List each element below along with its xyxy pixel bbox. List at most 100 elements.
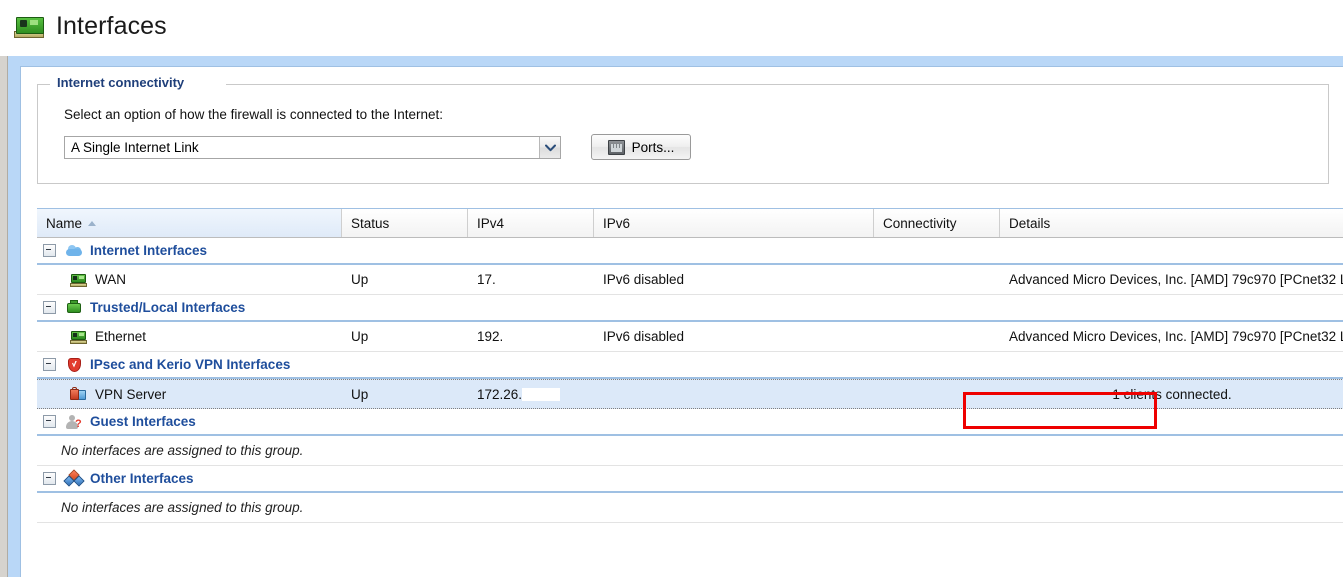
group-ipv6-cell <box>594 295 874 320</box>
group-name-cell: ? Guest Interfaces <box>37 409 342 434</box>
cell-status: Up <box>351 272 369 287</box>
cell-status: Up <box>351 329 369 344</box>
groupbox-legend: Internet connectivity <box>52 75 190 90</box>
vpn-server-icon <box>70 386 87 402</box>
group-details-cell <box>1000 409 1343 434</box>
interfaces-page: Interfaces Internet connectivity Select … <box>0 0 1343 577</box>
page-header: Interfaces <box>0 0 1343 53</box>
ipv4-value: 172.26. <box>477 386 523 402</box>
left-scroll-gutter[interactable] <box>0 56 8 577</box>
group-connectivity-cell <box>874 295 1000 320</box>
group-details-cell <box>1000 238 1343 263</box>
red-shield-icon <box>65 357 83 373</box>
interface-group-header[interactable]: Trusted/Local Interfaces <box>37 295 1343 322</box>
group-connectivity-cell <box>874 238 1000 263</box>
group-name-cell: Trusted/Local Interfaces <box>37 295 342 320</box>
cell-ipv4: 17. <box>468 265 594 294</box>
cell-ipv4: 172.26. <box>468 380 594 408</box>
group-label: Other Interfaces <box>90 471 194 486</box>
page-title: Interfaces <box>56 12 167 40</box>
cell-status: Up <box>351 386 369 402</box>
groupbox-description: Select an option of how the firewall is … <box>64 107 443 122</box>
cell-details: Advanced Micro Devices, Inc. [AMD] 79c97… <box>1009 272 1343 287</box>
chevron-down-icon[interactable] <box>539 137 560 158</box>
network-card-icon <box>70 330 87 344</box>
ports-button-label: Ports... <box>631 139 675 155</box>
diamonds-icon <box>63 468 85 487</box>
column-header-details[interactable]: Details <box>1000 209 1343 237</box>
table-row[interactable]: VPN Server Up 172.26. 1 clients connected. <box>37 379 1343 409</box>
column-header-status[interactable]: Status <box>342 209 468 237</box>
group-details-cell <box>1000 352 1343 377</box>
column-header-ipv6[interactable]: IPv6 <box>594 209 874 237</box>
cell-details: Advanced Micro Devices, Inc. [AMD] 79c97… <box>1009 329 1343 344</box>
cell-ipv6 <box>594 380 874 408</box>
group-connectivity-cell <box>874 352 1000 377</box>
group-name-cell: IPsec and Kerio VPN Interfaces <box>37 352 342 377</box>
group-status-cell <box>342 466 468 491</box>
interface-name: VPN Server <box>95 386 167 402</box>
cell-name: Ethernet <box>37 322 342 351</box>
collapse-icon[interactable] <box>43 415 56 428</box>
group-ipv6-cell <box>594 409 874 434</box>
group-details-cell <box>1000 466 1343 491</box>
group-name-cell: Other Interfaces <box>37 466 342 491</box>
table-body: Internet Interfaces WAN Up 17. IPv6 disabled… <box>37 238 1343 523</box>
table-row[interactable]: WAN Up 17. IPv6 disabled Advanced Micro Devi… <box>37 265 1343 295</box>
internet-connectivity-groupbox: Internet connectivity Select an option o… <box>37 75 1329 184</box>
group-label: IPsec and Kerio VPN Interfaces <box>90 357 291 372</box>
group-status-cell <box>342 409 468 434</box>
ipv4-value: 17. <box>477 272 496 287</box>
column-header-name-label: Name <box>46 215 83 231</box>
interface-group-header[interactable]: IPsec and Kerio VPN Interfaces <box>37 352 1343 379</box>
group-status-cell <box>342 295 468 320</box>
collapse-icon[interactable] <box>43 301 56 314</box>
cell-ipv6: IPv6 disabled <box>603 329 685 344</box>
group-ipv6-cell <box>594 466 874 491</box>
ports-button[interactable]: Ports... <box>591 134 691 160</box>
cell-name: VPN Server <box>37 380 342 408</box>
group-ipv4-cell <box>468 409 594 434</box>
interface-name: Ethernet <box>95 329 147 344</box>
internet-link-select[interactable]: A Single Internet Link <box>64 136 561 159</box>
interface-group-header[interactable]: ? Guest Interfaces <box>37 409 1343 436</box>
group-connectivity-cell <box>874 409 1000 434</box>
collapse-icon[interactable] <box>43 358 56 371</box>
group-ipv4-cell <box>468 238 594 263</box>
group-status-cell <box>342 352 468 377</box>
group-ipv4-cell <box>468 295 594 320</box>
empty-group-row: No interfaces are assigned to this group… <box>37 493 1343 523</box>
group-status-cell <box>342 238 468 263</box>
collapse-icon[interactable] <box>43 472 56 485</box>
group-ipv6-cell <box>594 352 874 377</box>
content-card: Internet connectivity Select an option o… <box>20 66 1343 577</box>
cell-ipv6: IPv6 disabled <box>603 272 685 287</box>
empty-group-message: No interfaces are assigned to this group… <box>61 500 304 515</box>
internet-link-select-value: A Single Internet Link <box>71 140 199 155</box>
green-network-icon <box>65 299 83 316</box>
interfaces-table: Name Status IPv4 IPv6 Connectivity Detai… <box>37 208 1343 523</box>
table-row[interactable]: Ethernet Up 192. IPv6 disabled Advanced Micr… <box>37 322 1343 352</box>
interface-name: WAN <box>95 272 126 287</box>
column-header-connectivity[interactable]: Connectivity <box>874 209 1000 237</box>
cell-name: WAN <box>37 265 342 294</box>
interface-group-header[interactable]: Other Interfaces <box>37 466 1343 493</box>
ethernet-port-icon <box>607 139 625 155</box>
empty-group-message: No interfaces are assigned to this group… <box>61 443 304 458</box>
cloud-icon <box>65 243 83 259</box>
group-details-cell <box>1000 295 1343 320</box>
cell-ipv4: 192. <box>468 322 594 351</box>
cell-connectivity <box>874 265 1000 294</box>
interface-group-header[interactable]: Internet Interfaces <box>37 238 1343 265</box>
collapse-icon[interactable] <box>43 244 56 257</box>
network-card-icon <box>70 273 87 287</box>
group-label: Internet Interfaces <box>90 243 208 258</box>
group-connectivity-cell <box>874 466 1000 491</box>
sort-ascending-icon <box>88 220 97 226</box>
group-ipv6-cell <box>594 238 874 263</box>
column-header-ipv4[interactable]: IPv4 <box>468 209 594 237</box>
ipv4-value: 192. <box>477 329 504 344</box>
group-ipv4-cell <box>468 466 594 491</box>
group-label: Trusted/Local Interfaces <box>90 300 246 315</box>
column-header-name[interactable]: Name <box>37 209 342 237</box>
